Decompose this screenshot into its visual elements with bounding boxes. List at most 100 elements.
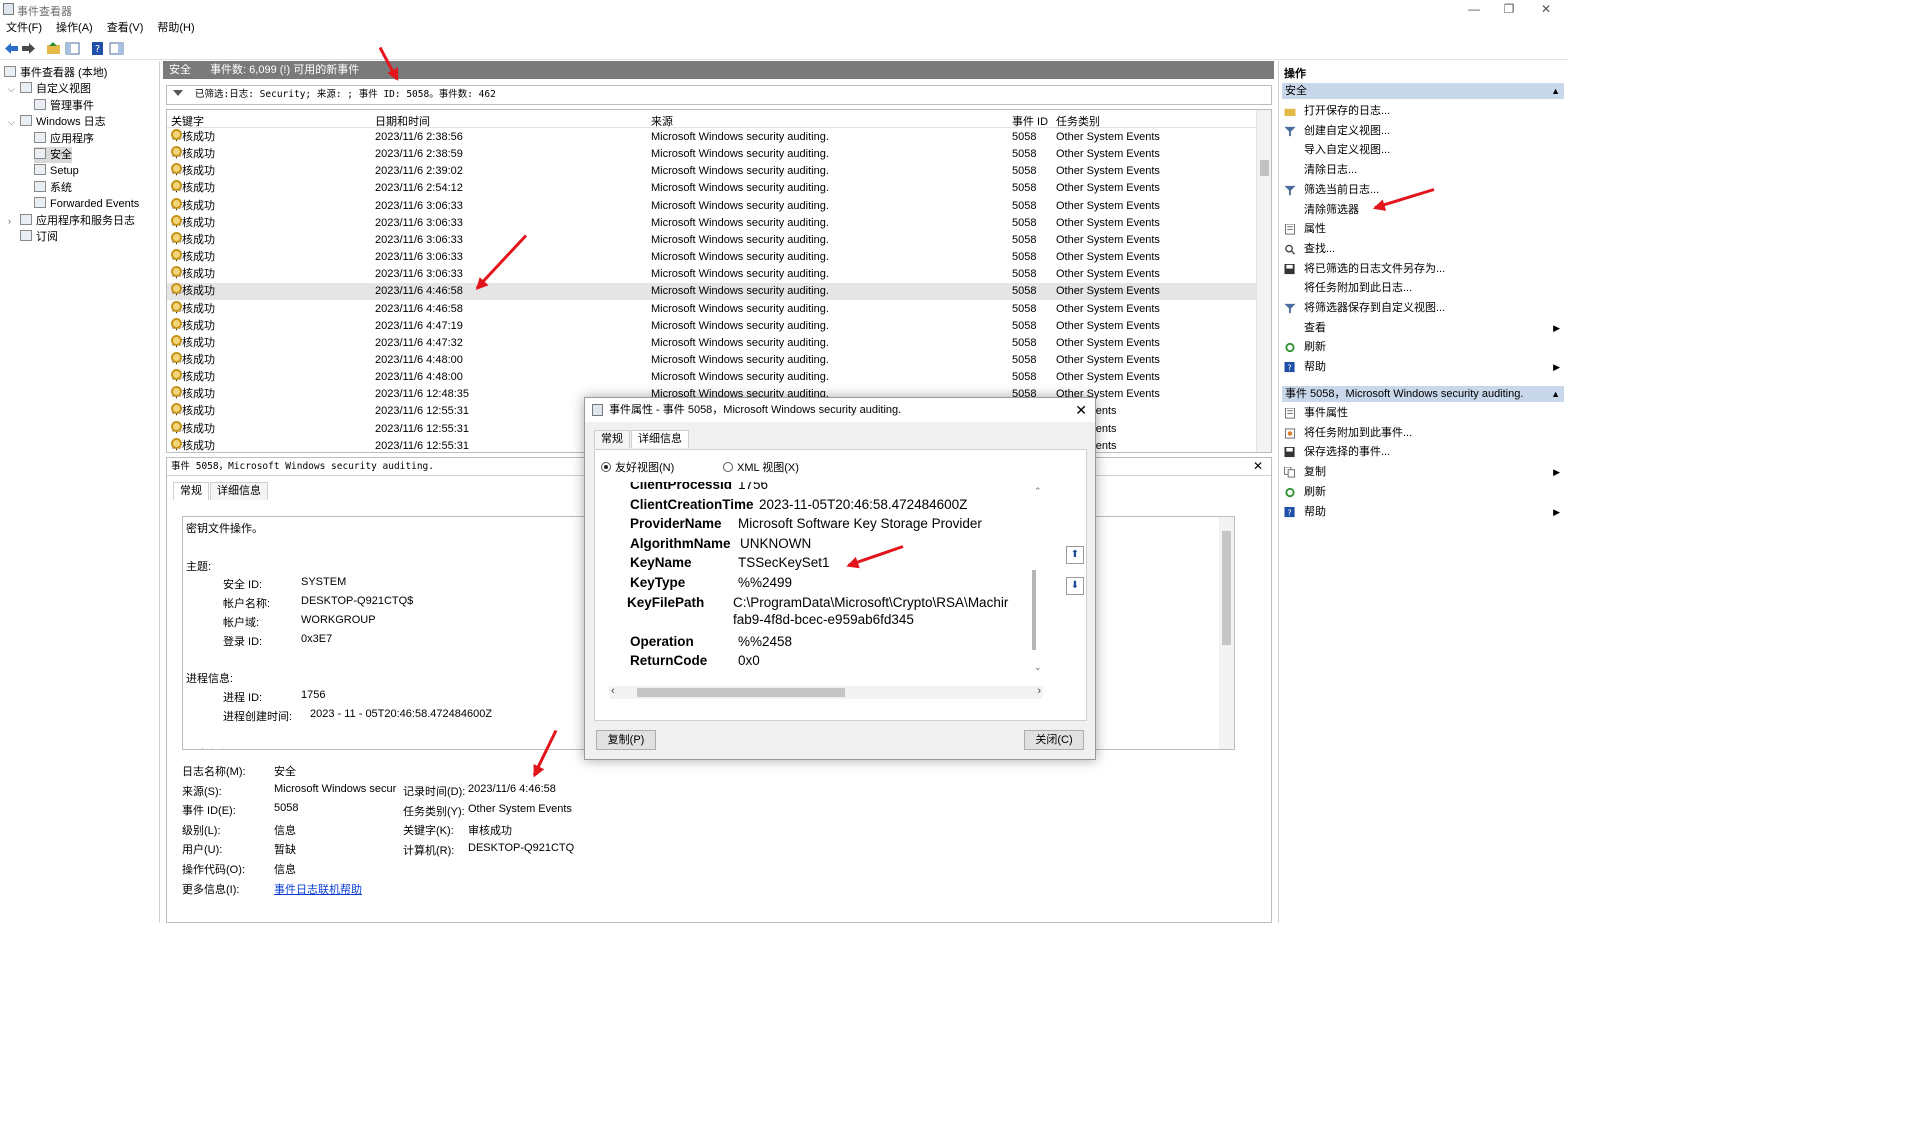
event-row[interactable]: 审核成功 2023/11/6 3:06:33 Microsoft Windows s… <box>167 214 1256 232</box>
menu-view[interactable]: 查看(V) <box>107 20 144 37</box>
event-data-value: 0x0 <box>738 653 760 669</box>
column-task-category[interactable]: 任务类别 <box>1056 113 1100 129</box>
event-data-scroll-thumb[interactable] <box>1032 570 1036 650</box>
event-row[interactable]: 审核成功 2023/11/6 4:46:58 Microsoft Windows s… <box>167 300 1256 318</box>
event-row[interactable]: 审核成功 2023/11/6 2:38:59 Microsoft Windows s… <box>167 146 1256 163</box>
dialog-close-icon[interactable]: ✕ <box>1075 398 1087 422</box>
event-data-vscroll[interactable]: ⌃ ⌄ <box>1031 482 1043 680</box>
tree-item[interactable]: Forwarded Events <box>34 196 139 212</box>
action-item[interactable]: 将任务附加到此日志... <box>1282 279 1564 298</box>
event-row[interactable]: 审核成功 2023/11/6 3:06:33 Microsoft Windows s… <box>167 231 1256 249</box>
event-list-scrollbar[interactable] <box>1256 110 1271 452</box>
next-event-button[interactable]: ⬇ <box>1066 577 1084 595</box>
xml-view-radio[interactable]: XML 视图(X) <box>723 459 799 475</box>
action-item[interactable]: 创建自定义视图... <box>1282 122 1564 141</box>
show-action-pane-icon[interactable] <box>109 41 124 56</box>
event-task-category: Other System Events <box>1056 216 1160 229</box>
event-row[interactable]: 审核成功 2023/11/6 4:48:00 Microsoft Windows s… <box>167 369 1256 386</box>
submenu-arrow-icon: ▶ <box>1553 506 1560 517</box>
action-item[interactable]: 清除筛选器 <box>1282 201 1564 220</box>
show-hide-tree-icon[interactable] <box>65 41 80 56</box>
close-button[interactable]: ✕ <box>1531 1 1561 17</box>
back-arrow-icon[interactable] <box>4 41 19 56</box>
forward-arrow-icon[interactable] <box>21 41 36 56</box>
minimize-button[interactable]: — <box>1459 1 1489 17</box>
tab-general[interactable]: 常规 <box>173 482 209 500</box>
copy-button[interactable]: 复制(P) <box>596 730 656 750</box>
event-data-value: 1756 <box>738 482 769 492</box>
event-row[interactable]: 审核成功 2023/11/6 4:47:19 Microsoft Windows s… <box>167 317 1256 335</box>
action-item[interactable]: 复制 ▶ <box>1282 463 1564 482</box>
scroll-down-icon[interactable]: ⌄ <box>1034 662 1042 673</box>
tree-item[interactable]: 应用程序 <box>34 131 94 147</box>
event-row[interactable]: 审核成功 2023/11/6 4:48:00 Microsoft Windows s… <box>167 351 1256 369</box>
folder-up-icon[interactable] <box>46 41 61 56</box>
message-scrollbar[interactable] <box>1219 517 1234 749</box>
tree-item[interactable]: Setup <box>34 163 79 179</box>
action-item[interactable]: ? 帮助 ▶ <box>1282 358 1564 377</box>
tree-item[interactable]: 安全 <box>34 147 72 163</box>
actions-section-event[interactable]: 事件 5058，Microsoft Windows security audit… <box>1282 386 1564 402</box>
action-item[interactable]: 属性 <box>1282 220 1564 239</box>
tree-item[interactable]: 应用程序和服务日志 <box>20 213 135 229</box>
event-row[interactable]: 审核成功 2023/11/6 4:46:58 Microsoft Windows s… <box>167 283 1256 301</box>
event-keyword: 审核成功 <box>171 386 215 403</box>
actions-section-security[interactable]: 安全 ▲ <box>1282 83 1564 99</box>
online-help-link[interactable]: 事件日志联机帮助 <box>274 881 362 897</box>
restore-button[interactable]: ❐ <box>1494 1 1524 17</box>
message-scroll-thumb[interactable] <box>1222 531 1231 645</box>
event-source: Microsoft Windows security auditing. <box>651 233 829 246</box>
action-item[interactable]: 打开保存的日志... <box>1282 102 1564 121</box>
scroll-right-icon[interactable]: › <box>1037 685 1041 697</box>
tree-item[interactable]: 管理事件 <box>34 98 94 114</box>
column-keyword[interactable]: 关键字 <box>171 113 204 129</box>
event-row[interactable]: 审核成功 2023/11/6 3:06:33 Microsoft Windows s… <box>167 249 1256 266</box>
menu-action[interactable]: 操作(A) <box>56 20 93 37</box>
tree-expander-icon[interactable]: › <box>8 213 17 229</box>
scroll-thumb[interactable] <box>1260 160 1269 176</box>
tree-item[interactable]: 系统 <box>34 180 72 196</box>
action-item[interactable]: 清除日志... <box>1282 161 1564 180</box>
tree-item[interactable]: 事件查看器 (本地) <box>4 65 107 81</box>
column-source[interactable]: 来源 <box>651 113 673 129</box>
event-row[interactable]: 审核成功 2023/11/6 3:06:33 Microsoft Windows s… <box>167 266 1256 283</box>
action-item[interactable]: 将已筛选的日志文件另存为... <box>1282 260 1564 279</box>
column-datetime[interactable]: 日期和时间 <box>375 113 430 129</box>
column-event-id[interactable]: 事件 ID <box>1012 113 1048 129</box>
tree-expander-icon[interactable]: ⌵ <box>8 81 17 97</box>
tab-details[interactable]: 详细信息 <box>210 482 268 500</box>
action-item[interactable]: 将任务附加到此事件... <box>1282 424 1564 443</box>
tree-item[interactable]: Windows 日志 <box>20 114 106 130</box>
detail-close-icon[interactable]: ✕ <box>1253 459 1263 473</box>
tree-item[interactable]: 自定义视图 <box>20 81 91 97</box>
svg-text:?: ? <box>95 44 100 55</box>
action-item[interactable]: 刷新 <box>1282 338 1564 357</box>
menu-help[interactable]: 帮助(H) <box>157 20 194 37</box>
action-item[interactable]: 查找... <box>1282 240 1564 259</box>
action-item[interactable]: 保存选择的事件... <box>1282 443 1564 462</box>
event-row[interactable]: 审核成功 2023/11/6 4:47:32 Microsoft Windows s… <box>167 334 1256 352</box>
event-row[interactable]: 审核成功 2023/11/6 2:54:12 Microsoft Windows s… <box>167 180 1256 197</box>
action-item[interactable]: 查看 ▶ <box>1282 319 1564 338</box>
action-item[interactable]: 将筛选器保存到自定义视图... <box>1282 299 1564 318</box>
hscroll-thumb[interactable] <box>637 688 845 697</box>
help-icon[interactable]: ? <box>90 41 105 56</box>
dialog-tab-details[interactable]: 详细信息 <box>631 430 689 448</box>
event-row[interactable]: 审核成功 2023/11/6 2:38:56 Microsoft Windows s… <box>167 129 1256 146</box>
action-item[interactable]: 导入自定义视图... <box>1282 141 1564 160</box>
action-item[interactable]: 刷新 <box>1282 483 1564 502</box>
event-row[interactable]: 审核成功 2023/11/6 3:06:33 Microsoft Windows s… <box>167 197 1256 215</box>
action-item[interactable]: 事件属性 <box>1282 404 1564 423</box>
menu-file[interactable]: 文件(F) <box>6 20 42 37</box>
friendly-view-radio[interactable]: 友好视图(N) <box>601 459 674 475</box>
action-item[interactable]: ? 帮助 ▶ <box>1282 503 1564 522</box>
scroll-left-icon[interactable]: ‹ <box>611 685 615 697</box>
dialog-close-button[interactable]: 关闭(C) <box>1024 730 1084 750</box>
event-row[interactable]: 审核成功 2023/11/6 2:39:02 Microsoft Windows s… <box>167 163 1256 180</box>
scroll-up-icon[interactable]: ⌃ <box>1034 486 1042 497</box>
dialog-tab-general[interactable]: 常规 <box>594 430 630 448</box>
event-data-hscroll[interactable]: ‹ › <box>609 685 1043 699</box>
tree-item[interactable]: 订阅 <box>20 229 58 245</box>
previous-event-button[interactable]: ⬆ <box>1066 546 1084 564</box>
tree-expander-icon[interactable]: ⌵ <box>8 114 17 130</box>
